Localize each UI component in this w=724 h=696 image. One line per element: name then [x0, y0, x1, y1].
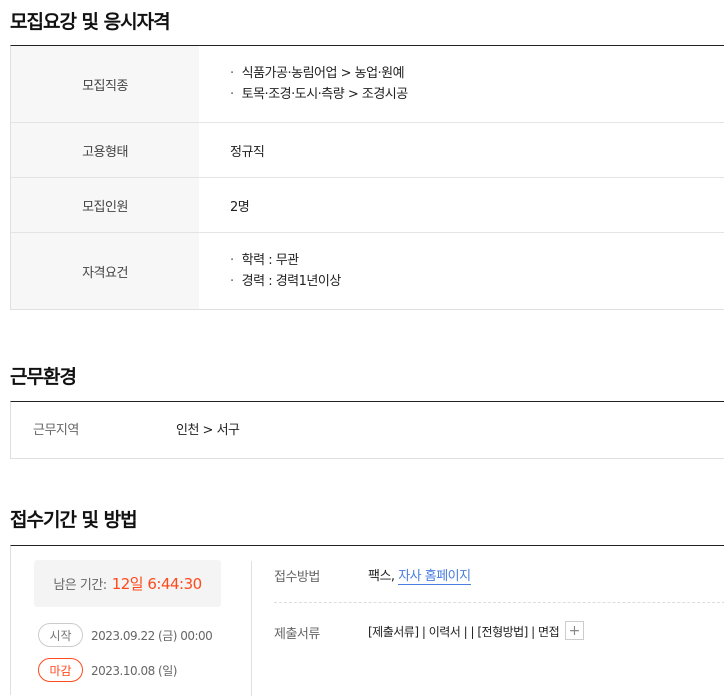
remaining-label: 남은 기간:	[53, 578, 107, 593]
row-value: 2명	[230, 199, 250, 215]
method-label: 접수방법	[274, 570, 320, 585]
location-value: 인천 > 서구	[176, 423, 240, 438]
row-label: 모집인원	[11, 178, 199, 232]
end-badge: 마감	[38, 658, 83, 682]
row-value: 정규직	[230, 144, 265, 160]
method-value: 팩스, 자사 홈페이지	[368, 565, 471, 585]
table-row: 고용형태 정규직	[11, 123, 724, 178]
homepage-link[interactable]: 자사 홈페이지	[398, 569, 471, 585]
list-item: 학력 : 무관	[230, 250, 341, 271]
method-text: 팩스,	[368, 569, 395, 584]
row-value-list: 식품가공·농림어업 > 농업·원예 토목·조경·도시·측량 > 조경시공	[199, 46, 409, 122]
section-title-requirements: 모집요강 및 응시자격	[10, 11, 171, 33]
docs-value: [제출서류] | 이력서 | | [전형방법] | 면접	[368, 625, 560, 639]
table-row: 자격요건 학력 : 무관 경력 : 경력1년이상	[11, 233, 724, 309]
dashed-divider	[274, 602, 724, 603]
requirements-table: 모집직종 식품가공·농림어업 > 농업·원예 토목·조경·도시·측량 > 조경시…	[10, 45, 724, 310]
application-box: 남은 기간: 12일 6:44:30 시작 2023.09.22 (금) 00:…	[10, 545, 724, 696]
location-label: 근무지역	[33, 423, 79, 438]
list-item: 경력 : 경력1년이상	[230, 271, 342, 292]
row-label: 자격요건	[11, 233, 199, 309]
table-row: 모집직종 식품가공·농림어업 > 농업·원예 토목·조경·도시·측량 > 조경시…	[11, 46, 724, 123]
row-label: 모집직종	[11, 46, 199, 122]
section-title-environment: 근무환경	[10, 366, 77, 388]
more-docs-button[interactable]: +	[565, 621, 584, 640]
divider	[251, 561, 252, 696]
start-badge: 시작	[38, 623, 83, 647]
section-title-application: 접수기간 및 방법	[10, 509, 138, 531]
remaining-time-box: 남은 기간: 12일 6:44:30	[34, 560, 221, 607]
remaining-value: 12일 6:44:30	[111, 575, 202, 593]
list-item: 토목·조경·도시·측량 > 조경시공	[230, 84, 409, 105]
environment-box: 근무지역 인천 > 서구	[10, 401, 724, 459]
docs-label: 제출서류	[274, 627, 320, 642]
end-date: 2023.10.08 (일)	[91, 664, 177, 678]
row-value-list: 학력 : 무관 경력 : 경력1년이상	[199, 233, 342, 309]
table-row: 모집인원 2명	[11, 178, 724, 233]
row-label: 고용형태	[11, 123, 199, 177]
list-item: 식품가공·농림어업 > 농업·원예	[230, 63, 408, 84]
start-date: 2023.09.22 (금) 00:00	[91, 629, 213, 643]
